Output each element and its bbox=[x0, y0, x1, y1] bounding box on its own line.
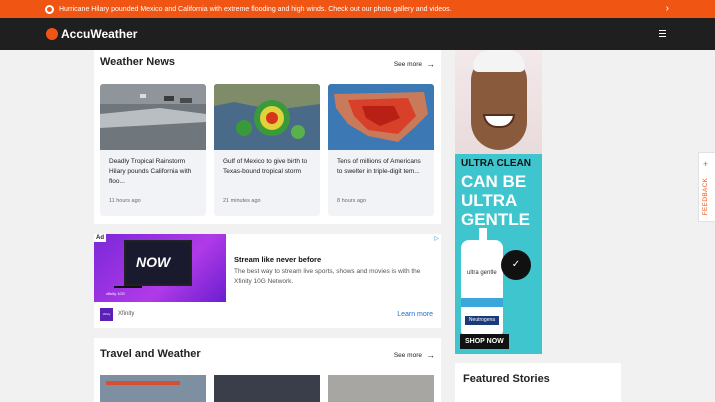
travel-thumbnail[interactable] bbox=[214, 375, 320, 402]
story-title[interactable]: Deadly Tropical Rainstorm Hilary pounds … bbox=[100, 150, 206, 190]
ad-line-4: GENTLE bbox=[461, 210, 530, 229]
news-card[interactable]: Gulf of Mexico to give birth to Texas-bo… bbox=[214, 84, 320, 216]
shield-icon: ✓ bbox=[501, 250, 531, 280]
story-image-heat-map bbox=[328, 84, 434, 150]
section-title: Travel and Weather bbox=[100, 348, 201, 360]
news-card[interactable]: Deadly Tropical Rainstorm Hilary pounds … bbox=[100, 84, 206, 216]
section-title: Featured Stories bbox=[463, 373, 550, 385]
story-title[interactable]: Gulf of Mexico to give birth to Texas-bo… bbox=[214, 150, 320, 190]
learn-more-button[interactable]: Learn more bbox=[397, 311, 433, 318]
site-logo[interactable]: AccuWeather bbox=[61, 27, 137, 41]
arrow-right-icon[interactable]: → bbox=[426, 350, 435, 360]
see-more-link[interactable]: See more → bbox=[394, 350, 435, 360]
featured-stories-section: Featured Stories bbox=[455, 363, 621, 402]
travel-thumbnail[interactable] bbox=[328, 375, 434, 402]
feedback-tab[interactable]: + FEEDBACK bbox=[698, 152, 715, 222]
product-bottle: ultra gentle Neutrogena bbox=[461, 228, 503, 335]
ad-banner-image[interactable]: NOW xfinity 10G bbox=[94, 234, 226, 302]
ad-banner-word: NOW bbox=[136, 254, 171, 270]
alert-text[interactable]: Hurricane Hilary pounded Mexico and Cali… bbox=[59, 6, 666, 13]
tv-stand bbox=[114, 286, 142, 288]
ad-line-1: ULTRA CLEAN bbox=[461, 158, 531, 169]
alert-banner[interactable]: Hurricane Hilary pounded Mexico and Cali… bbox=[0, 0, 715, 18]
see-more-label[interactable]: See more bbox=[394, 352, 422, 359]
travel-thumbnail[interactable] bbox=[100, 375, 206, 402]
ad-headline[interactable]: Stream like never before bbox=[234, 255, 321, 264]
ad-description: The best way to stream live sports, show… bbox=[234, 268, 421, 285]
site-header: AccuWeather bbox=[0, 18, 715, 50]
accuweather-logo-icon[interactable] bbox=[46, 28, 58, 40]
ad-badge: Ad bbox=[94, 234, 106, 242]
feedback-label[interactable]: FEEDBACK bbox=[702, 178, 709, 215]
adchoices-icon[interactable]: ▷ bbox=[434, 235, 439, 242]
ad-line-2: CAN BE bbox=[461, 172, 527, 191]
story-image-radar bbox=[214, 84, 320, 150]
ad-banner-fine-print: xfinity 10G bbox=[106, 291, 125, 296]
xfinity-logo-icon: xfinity bbox=[100, 308, 113, 321]
alert-icon bbox=[45, 4, 54, 14]
story-image-flood bbox=[100, 84, 206, 150]
story-time: 11 hours ago bbox=[109, 198, 141, 204]
section-title: Weather News bbox=[100, 56, 175, 68]
see-more-label[interactable]: See more bbox=[394, 61, 422, 68]
product-name: ultra gentle bbox=[467, 270, 497, 276]
see-more-link[interactable]: See more → bbox=[394, 59, 435, 69]
sidebar-ad[interactable]: ULTRA CLEAN CAN BE ULTRA GENTLE ultra ge… bbox=[455, 50, 542, 354]
travel-weather-section: Travel and Weather See more → bbox=[94, 338, 441, 402]
weather-news-section: Weather News See more → Deadly Tropical … bbox=[94, 50, 441, 224]
story-title[interactable]: Tens of millions of Americans to swelter… bbox=[328, 150, 434, 190]
story-time: 21 minutes ago bbox=[223, 198, 261, 204]
sponsored-ad[interactable]: NOW xfinity 10G Ad ▷ Stream like never b… bbox=[94, 234, 441, 328]
story-time: 8 hours ago bbox=[337, 198, 367, 204]
plus-icon[interactable]: + bbox=[703, 159, 708, 169]
shop-now-button[interactable]: SHOP NOW bbox=[460, 334, 509, 349]
chevron-right-icon[interactable]: › bbox=[666, 4, 669, 14]
ad-line-3: ULTRA bbox=[461, 191, 518, 210]
arrow-right-icon[interactable]: → bbox=[426, 59, 435, 69]
tv-graphic: NOW bbox=[124, 240, 192, 286]
ad-footer: xfinity Xfinity Learn more bbox=[94, 302, 441, 328]
product-brand: Neutrogena bbox=[465, 316, 499, 325]
news-card[interactable]: Tens of millions of Americans to swelter… bbox=[328, 84, 434, 216]
ad-brand: Xfinity bbox=[118, 311, 135, 317]
menu-icon[interactable] bbox=[659, 30, 666, 37]
ad-model-image bbox=[455, 50, 542, 154]
